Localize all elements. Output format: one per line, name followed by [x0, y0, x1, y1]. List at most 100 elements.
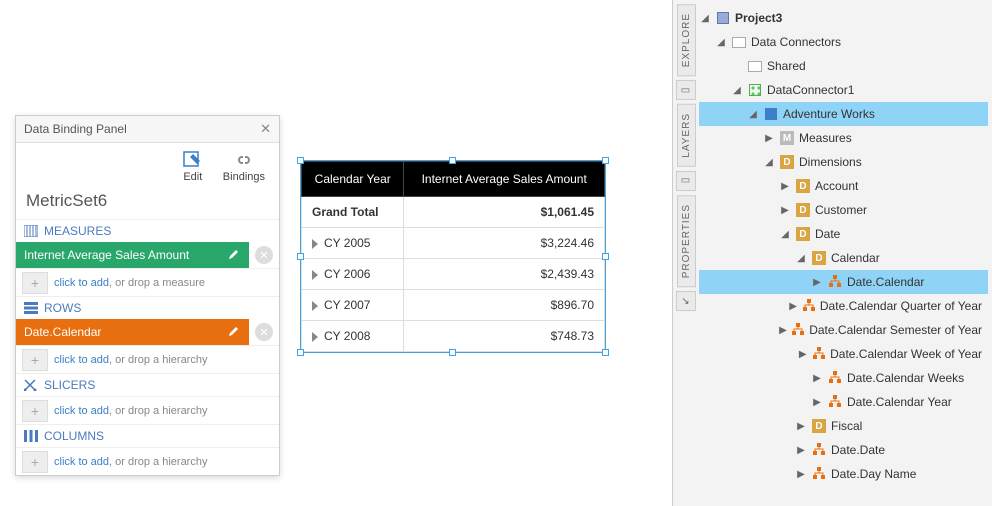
tree-customer[interactable]: ▶DCustomer [699, 198, 988, 222]
rows-drop-zone[interactable]: + click to add, or drop a hierarchy [16, 345, 279, 373]
expand-icon[interactable]: ▶ [779, 181, 791, 192]
explorer-tree: ◢Project3◢Data ConnectorsShared◢DataConn… [699, 0, 992, 506]
tree-hierarchy[interactable]: ▶ Date.Day Name [699, 462, 988, 486]
panel-header: Data Binding Panel ✕ [16, 116, 279, 143]
tree-project[interactable]: ◢Project3 [699, 6, 988, 30]
collapse-icon[interactable]: ◢ [747, 109, 759, 120]
tree-date[interactable]: ◢DDate [699, 222, 988, 246]
close-icon[interactable]: ✕ [260, 121, 271, 137]
expand-icon[interactable] [312, 270, 318, 280]
resize-handle[interactable] [449, 349, 456, 356]
measures-drop-zone[interactable]: + click to add, or drop a measure [16, 268, 279, 296]
cube-icon [763, 106, 779, 122]
tree-hierarchy[interactable]: ▶Date.Calendar Weeks [699, 366, 988, 390]
remove-row-button[interactable]: ✕ [255, 323, 273, 341]
expand-icon[interactable]: ▶ [788, 301, 798, 312]
pencil-icon[interactable] [225, 325, 243, 340]
tree-fiscal[interactable]: ▶DFiscal [699, 414, 988, 438]
tree-item-label: Dimensions [799, 155, 862, 169]
tree-dimensions[interactable]: ◢DDimensions [699, 150, 988, 174]
measures-icon: M [779, 130, 795, 146]
collapsed-tab[interactable]: ▭ [676, 171, 696, 191]
resize-handle[interactable] [602, 349, 609, 356]
tree-item-label: Date.Day Name [831, 467, 916, 481]
expand-icon[interactable] [312, 332, 318, 342]
tree-shared[interactable]: Shared [699, 54, 988, 78]
data-binding-panel: Data Binding Panel ✕ Edit Bindings Metri… [15, 115, 280, 476]
tree-item-label: Date [815, 227, 840, 241]
column-header[interactable]: Calendar Year [302, 162, 404, 197]
rows-item-label: Date.Calendar [24, 325, 225, 339]
tree-hierarchy[interactable]: ▶Date.Calendar [699, 270, 988, 294]
expand-icon[interactable]: ▶ [763, 133, 775, 144]
rows-item[interactable]: Date.Calendar [16, 319, 249, 345]
bindings-button[interactable]: Bindings [223, 151, 265, 183]
collapsed-tab[interactable]: ↘ [676, 291, 696, 311]
expand-icon[interactable]: ▶ [811, 277, 823, 288]
rows-section-header[interactable]: ROWS [16, 296, 279, 319]
column-header[interactable]: Internet Average Sales Amount [404, 162, 605, 197]
resize-handle[interactable] [449, 157, 456, 164]
remove-measure-button[interactable]: ✕ [255, 246, 273, 264]
tree-hierarchy[interactable]: ▶Date.Calendar Week of Year [699, 342, 988, 366]
slicers-section-header[interactable]: SLICERS [16, 373, 279, 396]
selected-table-object[interactable]: Calendar Year Internet Average Sales Amo… [300, 160, 606, 353]
row-value-cell: $748.73 [404, 321, 605, 352]
expand-icon[interactable] [312, 301, 318, 311]
collapse-icon[interactable]: ◢ [731, 85, 743, 96]
expand-icon[interactable]: ▶ [798, 349, 809, 360]
tree-data-connectors[interactable]: ◢Data Connectors [699, 30, 988, 54]
table-row[interactable]: CY 2007$896.70 [302, 290, 605, 321]
tree-hierarchy[interactable]: ▶ Date.Calendar Semester of Year [699, 318, 988, 342]
tree-connector[interactable]: ◢DataConnector1 [699, 78, 988, 102]
add-slicer-button[interactable]: + [22, 400, 48, 422]
collapse-icon[interactable]: ◢ [715, 37, 727, 48]
columns-section-header[interactable]: COLUMNS [16, 424, 279, 447]
tree-measures[interactable]: ▶MMeasures [699, 126, 988, 150]
measure-item[interactable]: Internet Average Sales Amount [16, 242, 249, 268]
layers-tab[interactable]: LAYERS [677, 104, 696, 167]
columns-drop-zone[interactable]: + click to add, or drop a hierarchy [16, 447, 279, 475]
slicers-drop-zone[interactable]: + click to add, or drop a hierarchy [16, 396, 279, 424]
tree-hierarchy[interactable]: ▶Date.Calendar Quarter of Year [699, 294, 988, 318]
expand-icon[interactable]: ▶ [779, 325, 788, 336]
pencil-icon[interactable] [225, 248, 243, 263]
dimension-icon: D [795, 178, 811, 194]
resize-handle[interactable] [297, 349, 304, 356]
collapsed-tab[interactable]: ▭ [676, 80, 696, 100]
expand-icon[interactable] [312, 239, 318, 249]
row-label-cell: CY 2006 [302, 259, 404, 290]
collapse-icon[interactable]: ◢ [699, 13, 711, 24]
table-row[interactable]: CY 2006$2,439.43 [302, 259, 605, 290]
expand-icon[interactable]: ▶ [795, 445, 807, 456]
resize-handle[interactable] [602, 157, 609, 164]
resize-handle[interactable] [602, 253, 609, 260]
tree-hierarchy[interactable]: ▶Date.Calendar Year [699, 390, 988, 414]
add-column-button[interactable]: + [22, 451, 48, 473]
explore-tab[interactable]: EXPLORE [677, 4, 696, 76]
resize-handle[interactable] [297, 157, 304, 164]
collapse-icon[interactable]: ◢ [763, 157, 775, 168]
rows-icon [24, 302, 38, 314]
expand-icon[interactable]: ▶ [779, 205, 791, 216]
expand-icon[interactable]: ▶ [795, 469, 807, 480]
add-measure-button[interactable]: + [22, 272, 48, 294]
table-row[interactable]: CY 2005$3,224.46 [302, 228, 605, 259]
tree-calendar[interactable]: ◢DCalendar [699, 246, 988, 270]
tree-hierarchy[interactable]: ▶Date.Date [699, 438, 988, 462]
resize-handle[interactable] [297, 253, 304, 260]
expand-icon[interactable]: ▶ [811, 373, 823, 384]
add-row-button[interactable]: + [22, 349, 48, 371]
edit-button[interactable]: Edit [183, 151, 203, 183]
collapse-icon[interactable]: ◢ [779, 229, 791, 240]
expand-icon[interactable]: ▶ [795, 421, 807, 432]
table-row[interactable]: Grand Total$1,061.45 [302, 197, 605, 228]
expand-icon[interactable]: ▶ [811, 397, 823, 408]
measures-section-header[interactable]: MEASURES [16, 219, 279, 242]
collapse-icon[interactable]: ◢ [795, 253, 807, 264]
table-row[interactable]: CY 2008$748.73 [302, 321, 605, 352]
properties-tab[interactable]: PROPERTIES [677, 195, 696, 287]
tree-account[interactable]: ▶DAccount [699, 174, 988, 198]
tree-cube[interactable]: ◢Adventure Works [699, 102, 988, 126]
tree-item-label: Date.Calendar Semester of Year [809, 323, 982, 337]
